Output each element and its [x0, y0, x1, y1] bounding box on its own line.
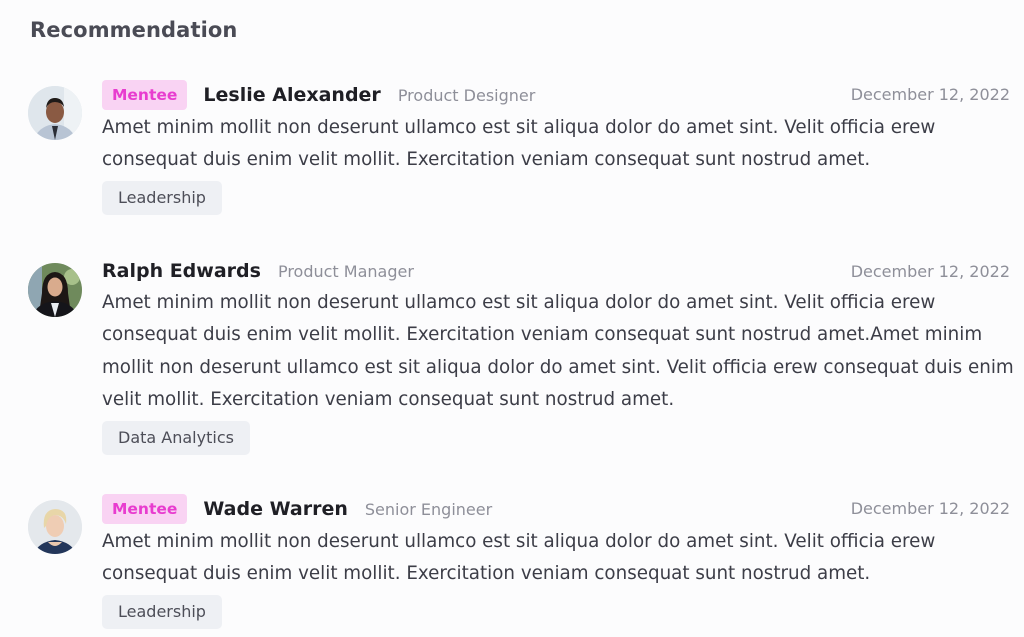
recommendation-text: Amet minim mollit non deserunt ullamco e… [102, 117, 936, 171]
avatar[interactable] [28, 86, 82, 140]
avatar[interactable] [28, 263, 82, 317]
recommendation-date: December 12, 2022 [850, 85, 1010, 104]
recommendation-text: Amet minim mollit non deserunt ullamco e… [102, 292, 1014, 411]
recommender-role: Product Designer [397, 85, 536, 105]
mentee-badge: Mentee [102, 80, 188, 110]
avatar-woman-icon [28, 263, 82, 317]
skill-tag[interactable]: Data Analytics [102, 420, 250, 455]
recommender-name[interactable]: Leslie Alexander [203, 84, 380, 106]
recommendation-text: Amet minim mollit non deserunt ullamco e… [102, 531, 936, 585]
skill-tag[interactable]: Leadership [102, 594, 222, 629]
avatar-woman-icon [28, 500, 82, 554]
mentee-badge: Mentee [102, 494, 188, 524]
avatar[interactable] [28, 500, 82, 554]
section-title: Recommendation [30, 18, 238, 42]
recommendation-date: December 12, 2022 [850, 262, 1010, 281]
recommendation-header: Mentee Wade Warren Senior Engineer Decem… [102, 492, 1010, 526]
recommender-name[interactable]: Ralph Edwards [102, 260, 261, 282]
recommender-role: Product Manager [277, 261, 414, 281]
recommender-role: Senior Engineer [364, 499, 493, 519]
skill-tag[interactable]: Leadership [102, 180, 222, 215]
recommendation-header: Ralph Edwards Product Manager December 1… [102, 255, 1010, 287]
recommender-name[interactable]: Wade Warren [203, 498, 347, 520]
recommendation-header: Mentee Leslie Alexander Product Designer… [102, 78, 1010, 112]
recommendation-date: December 12, 2022 [850, 499, 1010, 518]
avatar-man-icon [28, 86, 82, 140]
